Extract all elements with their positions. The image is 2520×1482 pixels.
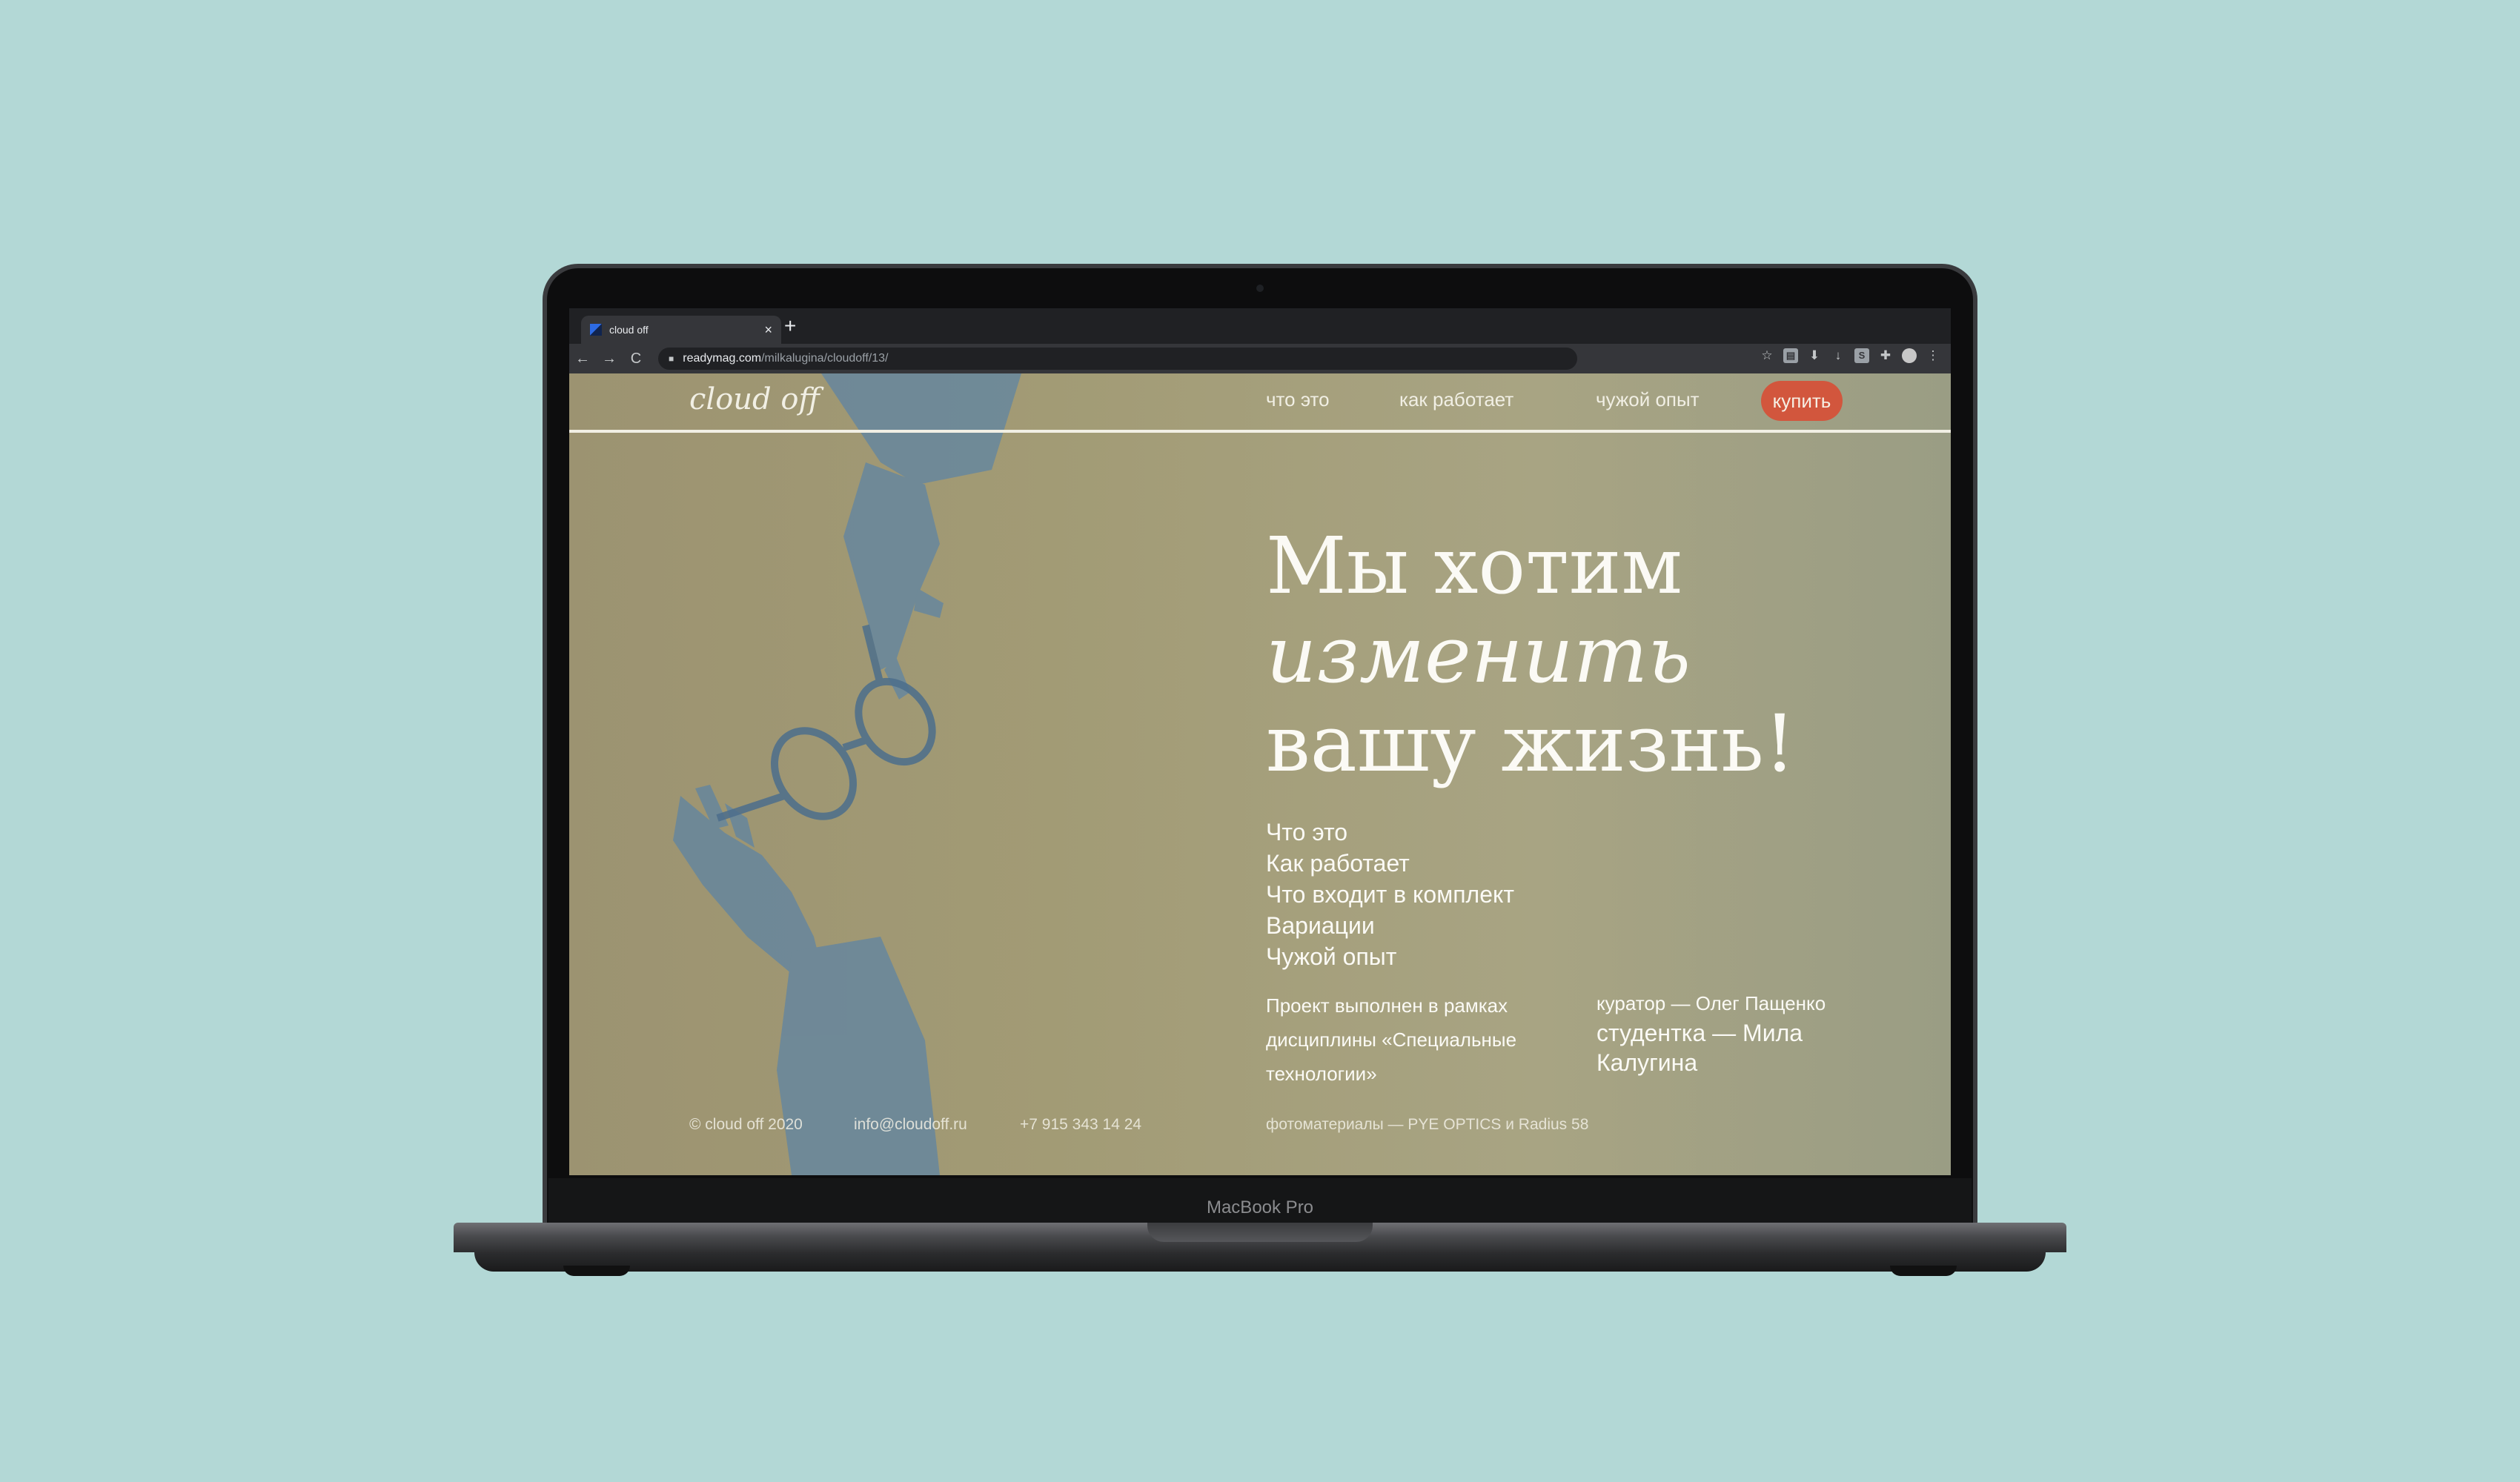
student-credit: студентка — Мила Калугина <box>1596 1020 1803 1076</box>
puzzle-icon[interactable]: ✚ <box>1878 348 1893 363</box>
hero-headline: Мы хотим изменить вашу жизнь! <box>1266 522 1795 788</box>
lock-icon: ■ <box>669 353 674 364</box>
hands-shadow-image <box>673 373 1021 1175</box>
site-header: cloud off что это как работает чужой опы… <box>569 373 1951 433</box>
nav-item-what[interactable]: что это <box>1266 388 1330 411</box>
arrow-down-icon[interactable]: ↓ <box>1831 348 1846 363</box>
device-label: MacBook Pro <box>1206 1197 1314 1217</box>
footer-phone[interactable]: +7 915 343 14 24 <box>1020 1116 1141 1134</box>
star-icon[interactable]: ☆ <box>1760 348 1774 363</box>
curator-credit: куратор — Олег Пащенко <box>1596 992 1826 1014</box>
avatar-icon[interactable] <box>1902 348 1917 363</box>
tab-bar: cloud off × + <box>569 308 1951 344</box>
nav-item-experience[interactable]: чужой опыт <box>1596 388 1700 411</box>
s-extension-icon[interactable]: S <box>1854 348 1869 363</box>
footer-copyright: © cloud off 2020 <box>689 1116 803 1133</box>
laptop-foot <box>563 1266 630 1276</box>
new-tab-button[interactable]: + <box>784 314 796 338</box>
headline-line-2: изменить <box>1266 609 1691 700</box>
menu-item-what[interactable]: Что это <box>1266 817 1514 848</box>
laptop-notch <box>1147 1223 1373 1242</box>
browser-toolbar: ← → C ■ readymag.com /milkalugina/cloudo… <box>569 344 1951 373</box>
back-icon[interactable]: ← <box>569 350 596 368</box>
favicon-icon <box>590 324 602 336</box>
extensions-row: ☆ ▤ ⬇ ↓ S ✚ ⋮ <box>1760 348 1940 363</box>
credits: куратор — Олег Пащенко студентка — Мила … <box>1596 988 1863 1077</box>
headline-line-1: Мы хотим <box>1266 520 1682 611</box>
menu-item-experience[interactable]: Чужой опыт <box>1266 941 1514 972</box>
laptop-foot <box>1890 1266 1957 1276</box>
url-host: readymag.com <box>683 352 762 365</box>
more-vert-icon[interactable]: ⋮ <box>1926 348 1940 363</box>
nav-item-how[interactable]: как работает <box>1399 388 1513 411</box>
address-bar[interactable]: ■ readymag.com /milkalugina/cloudoff/13/ <box>658 348 1577 370</box>
headline-line-3: вашу жизнь! <box>1266 698 1796 789</box>
laptop-base-bottom <box>474 1252 2046 1272</box>
menu-item-variations[interactable]: Вариации <box>1266 910 1514 941</box>
buy-button[interactable]: купить <box>1761 381 1843 421</box>
footer-email[interactable]: info@cloudoff.ru <box>854 1116 967 1134</box>
footer-photo-credits: фотоматериалы — PYE OPTICS и Radius 58 <box>1266 1116 1589 1133</box>
bookmark-icon[interactable]: ▤ <box>1783 348 1798 363</box>
site-logo[interactable]: cloud off <box>689 382 820 416</box>
forward-icon[interactable]: → <box>596 350 623 368</box>
content-menu: Что это Как работает Что входит в компле… <box>1266 817 1514 972</box>
close-icon[interactable]: × <box>764 322 772 338</box>
download-icon[interactable]: ⬇ <box>1807 348 1822 363</box>
screen: cloud off × + ← → C ■ readymag.com /milk… <box>569 308 1951 1175</box>
reload-icon[interactable]: C <box>623 350 649 368</box>
url-path: /milkalugina/cloudoff/13/ <box>761 352 889 365</box>
web-page: cloud off что это как работает чужой опы… <box>569 373 1951 1175</box>
browser-tab[interactable]: cloud off × <box>581 316 781 344</box>
menu-item-how[interactable]: Как работает <box>1266 848 1514 879</box>
camera <box>1256 285 1264 292</box>
menu-item-kit[interactable]: Что входит в комплект <box>1266 879 1514 910</box>
tab-title: cloud off <box>609 324 649 336</box>
project-note: Проект выполнен в рамках дисциплины «Спе… <box>1266 994 1517 1085</box>
